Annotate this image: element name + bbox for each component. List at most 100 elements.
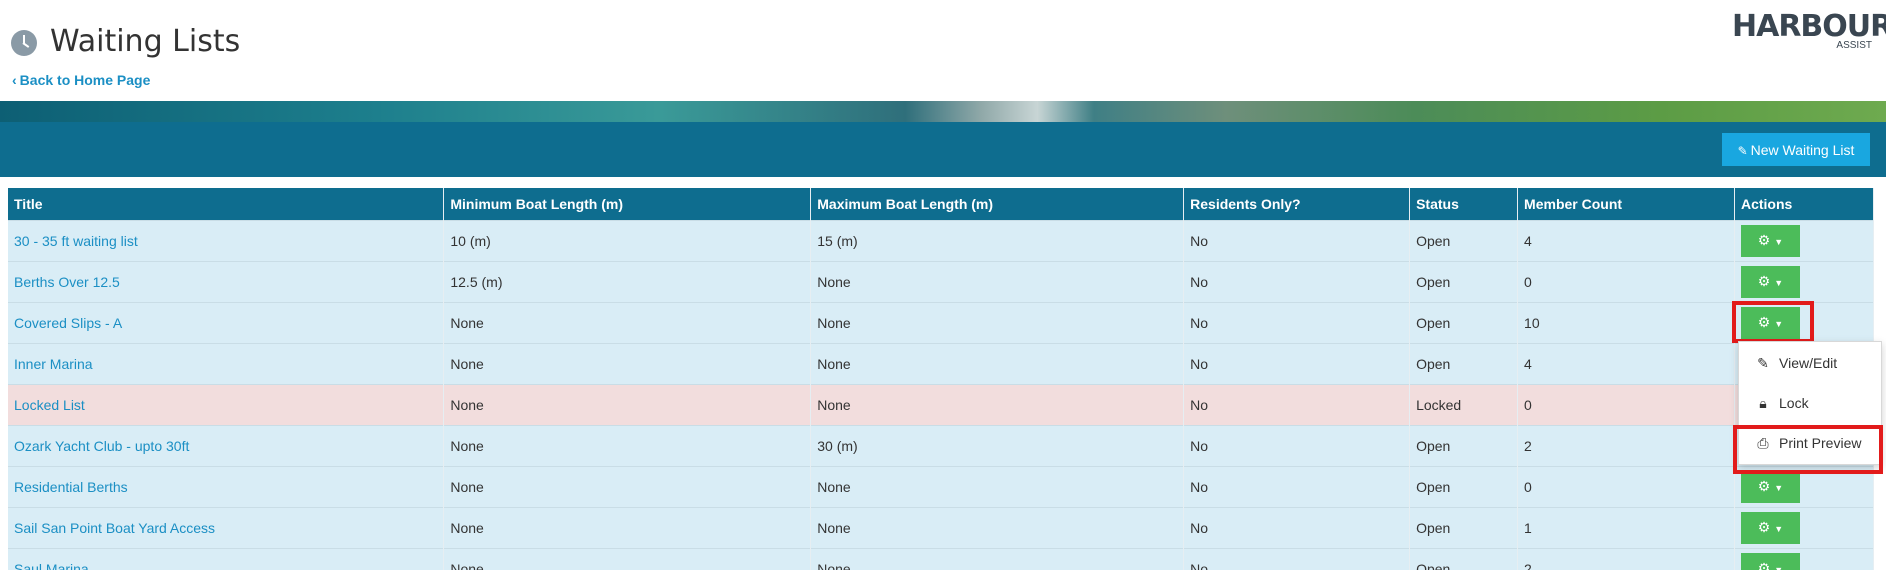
cell-status: Open	[1409, 219, 1519, 261]
column-header-min-length: Minimum Boat Length (m)	[443, 188, 812, 220]
marina-banner-image	[0, 101, 1886, 122]
column-header-status: Status	[1409, 188, 1519, 220]
chevron-left-icon: ‹	[12, 72, 17, 88]
table-row: Locked List None None No Locked 0	[8, 383, 1875, 425]
table-row: Inner MarinaNoneNoneNoOpen4⚙▼	[8, 342, 1875, 384]
table-header-row: Title Minimum Boat Length (m) Maximum Bo…	[8, 188, 1875, 220]
gears-icon: ⚙	[1757, 273, 1771, 289]
cell-min-length: None	[443, 424, 812, 466]
cell-member-count: 4	[1517, 342, 1735, 384]
table-row: Ozark Yacht Club - upto 30ft None 30 (m) No…	[8, 424, 1875, 466]
row-actions-button[interactable]: ⚙▼	[1740, 511, 1800, 544]
waiting-list-title-link[interactable]: Saul Marina	[14, 561, 89, 570]
row-actions-button[interactable]: ⚙▼	[1740, 552, 1800, 570]
back-to-home-link[interactable]: ‹ Back to Home Page	[12, 72, 150, 88]
cell-actions: ⚙▼	[1734, 301, 1875, 343]
cell-max-length: None	[810, 506, 1185, 548]
cell-actions: ⚙▼	[1734, 547, 1875, 570]
cell-residents-only: No	[1183, 465, 1411, 507]
menu-item-lock[interactable]: 🔒︎ Lock	[1739, 385, 1883, 421]
cell-status: Locked	[1409, 383, 1519, 425]
cell-residents-only: No	[1183, 506, 1411, 548]
table-row: Covered Slips - A None None No Open 10 ⚙ ▼	[8, 301, 1875, 343]
cell-status: Open	[1409, 260, 1519, 302]
waiting-list-title-link[interactable]: 30 - 35 ft waiting list	[14, 233, 138, 249]
caret-down-icon: ▼	[1774, 278, 1784, 288]
cell-max-length: None	[810, 547, 1185, 570]
cell-min-length: 10 (m)	[443, 219, 812, 261]
cell-status: Open	[1409, 465, 1519, 507]
cell-title: Saul Marina	[8, 547, 445, 570]
table-row: Berths Over 12.5 12.5 (m) None No Open 0 ⚙ ▼	[8, 260, 1875, 302]
gears-icon: ⚙	[1757, 314, 1771, 330]
menu-item-print-preview[interactable]: ⎙ Print Preview	[1739, 425, 1883, 461]
cell-min-length: 12.5 (m)	[443, 260, 812, 302]
cell-member-count: 4	[1517, 219, 1735, 261]
waiting-list-title-link[interactable]: Berths Over 12.5	[14, 274, 120, 290]
waiting-lists-table: Title Minimum Boat Length (m) Maximum Bo…	[8, 188, 1875, 570]
cell-max-length: None	[810, 342, 1185, 384]
cell-residents-only: No	[1183, 424, 1411, 466]
menu-item-view-edit[interactable]: ✎ View/Edit	[1739, 345, 1883, 381]
column-header-member-count: Member Count	[1517, 188, 1735, 220]
caret-down-icon: ▼	[1774, 319, 1784, 329]
waiting-list-title-link[interactable]: Inner Marina	[14, 356, 93, 372]
cell-max-length: 30 (m)	[810, 424, 1185, 466]
cell-min-length: None	[443, 383, 812, 425]
gears-icon: ⚙	[1757, 478, 1771, 494]
cell-max-length: 15 (m)	[810, 219, 1185, 261]
page-header: Waiting Lists ‹ Back to Home Page HARBOUR…	[0, 0, 1886, 100]
page-title: Waiting Lists	[50, 24, 241, 59]
edit-icon: ✎	[1757, 355, 1769, 371]
cell-member-count: 2	[1517, 424, 1735, 466]
caret-down-icon: ▼	[1774, 483, 1784, 493]
row-actions-button[interactable]: ⚙▼	[1740, 306, 1800, 339]
waiting-list-title-link[interactable]: Locked List	[14, 397, 85, 413]
cell-residents-only: No	[1183, 301, 1411, 343]
gears-icon: ⚙	[1757, 519, 1771, 535]
row-actions-button[interactable]: ⚙▼	[1740, 265, 1800, 298]
print-icon: ⎙	[1757, 435, 1769, 451]
cell-status: Open	[1409, 342, 1519, 384]
lock-icon: 🔒︎	[1759, 395, 1767, 411]
logo-main-text: HARBOUR	[1732, 9, 1886, 44]
toolbar	[0, 122, 1886, 177]
waiting-list-title-link[interactable]: Sail San Point Boat Yard Access	[14, 520, 215, 536]
cell-residents-only: No	[1183, 342, 1411, 384]
waiting-list-title-link[interactable]: Residential Berths	[14, 479, 128, 495]
menu-item-label: Lock	[1779, 395, 1809, 411]
cell-residents-only: No	[1183, 547, 1411, 570]
row-actions-button[interactable]: ⚙▼	[1740, 224, 1800, 257]
cell-max-length: None	[810, 465, 1185, 507]
clock-icon	[11, 30, 37, 56]
cell-min-length: None	[443, 342, 812, 384]
cell-title: Ozark Yacht Club - upto 30ft	[8, 424, 445, 466]
cell-title: Covered Slips - A	[8, 301, 445, 343]
cell-actions: ⚙▼	[1734, 260, 1875, 302]
waiting-list-title-link[interactable]: Ozark Yacht Club - upto 30ft	[14, 438, 189, 454]
caret-down-icon: ▼	[1774, 565, 1783, 570]
cell-status: Open	[1409, 424, 1519, 466]
caret-down-icon: ▼	[1774, 237, 1784, 247]
menu-item-label: Print Preview	[1779, 435, 1862, 451]
cell-residents-only: No	[1183, 383, 1411, 425]
cell-title: Residential Berths	[8, 465, 445, 507]
cell-actions: ⚙▼	[1734, 506, 1875, 548]
waiting-list-title-link[interactable]: Covered Slips - A	[14, 315, 122, 331]
cell-max-length: None	[810, 301, 1185, 343]
new-waiting-list-button[interactable]: ✎ New Waiting List	[1722, 133, 1870, 166]
caret-down-icon: ▼	[1774, 524, 1784, 534]
cell-member-count: 0	[1517, 260, 1735, 302]
cell-residents-only: No	[1183, 219, 1411, 261]
magic-wand-icon: ✎	[1737, 143, 1748, 158]
cell-min-length: None	[443, 465, 812, 507]
cell-actions: ⚙▼	[1734, 219, 1875, 261]
cell-member-count: 0	[1517, 465, 1735, 507]
cell-actions: ⚙▼	[1734, 465, 1875, 507]
table-row: Residential Berths None None No Open 0 ⚙ ▼	[8, 465, 1875, 507]
row-actions-button[interactable]: ⚙▼	[1740, 470, 1800, 503]
cell-title: 30 - 35 ft waiting list	[8, 219, 445, 261]
table-row: 30 - 35 ft waiting list 10 (m) 15 (m) No Ope…	[8, 219, 1875, 261]
new-waiting-list-label: New Waiting List	[1750, 141, 1855, 158]
table-row: Saul MarinaNoneNoneNoOpen2⚙▼	[8, 547, 1875, 570]
